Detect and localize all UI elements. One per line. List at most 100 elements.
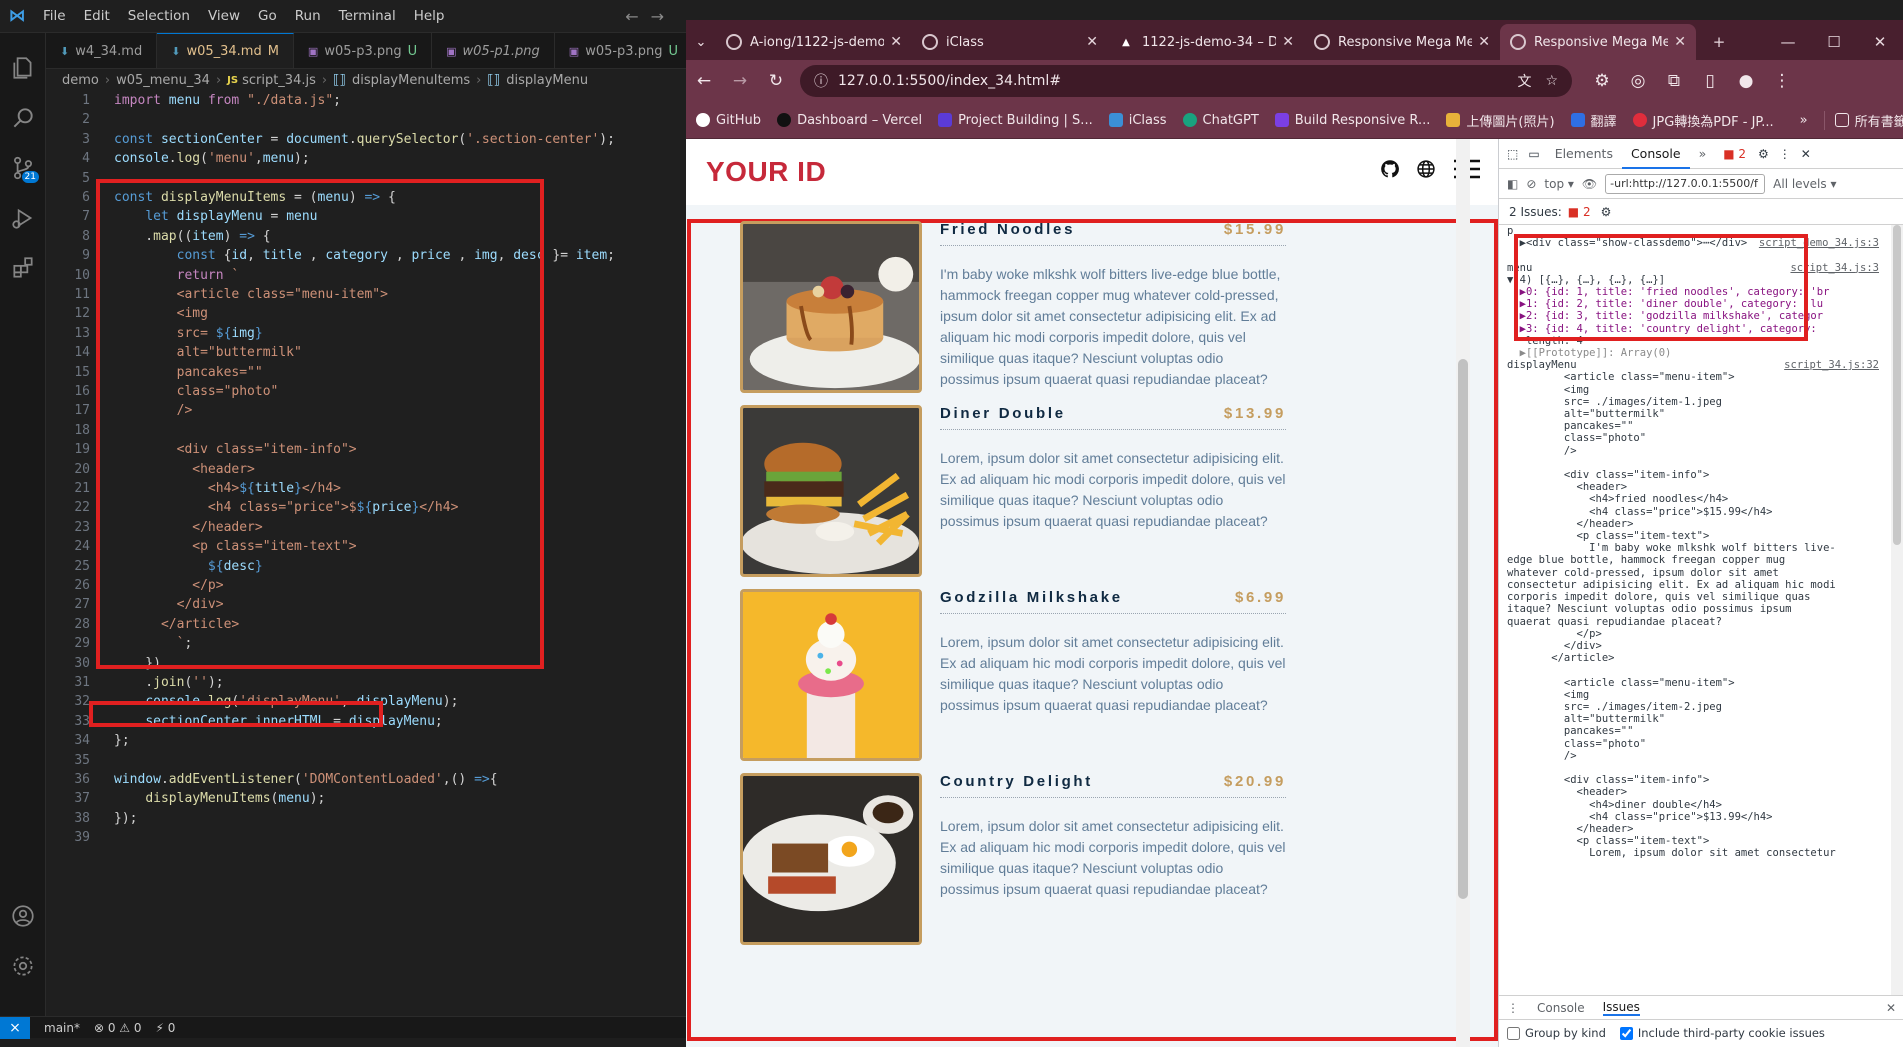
menu-selection[interactable]: Selection	[119, 8, 199, 24]
more-vertical-icon[interactable]: ⋮	[1779, 147, 1791, 161]
drawer-tab-console[interactable]: Console	[1537, 1001, 1585, 1015]
browser-tab[interactable]: A-iong/1122-js-demo-34 ✕	[716, 24, 912, 60]
extension-icon[interactable]: ⚙	[1584, 71, 1620, 91]
console-source-link[interactable]: script_34.js:32	[1784, 359, 1879, 371]
close-drawer-icon[interactable]: ✕	[1886, 1001, 1896, 1015]
close-icon[interactable]: ✕	[1086, 34, 1098, 50]
error-counter[interactable]: ■ 2	[1723, 147, 1746, 161]
menu-run[interactable]: Run	[286, 8, 330, 24]
close-icon[interactable]: ✕	[1801, 147, 1811, 161]
more-tabs-icon[interactable]: »	[1690, 146, 1716, 161]
editor-tab-active[interactable]: ⬇ w05_34.md M	[157, 33, 294, 68]
bookmark-github[interactable]: GitHub	[696, 113, 761, 128]
issues-error-count[interactable]: ■ 2	[1568, 205, 1591, 219]
globe-icon[interactable]	[1416, 159, 1436, 185]
editor-tab[interactable]: ▣ w05-p1.png	[432, 33, 555, 68]
github-icon[interactable]	[1380, 159, 1400, 185]
tab-elements[interactable]: Elements	[1546, 146, 1622, 161]
editor-tab[interactable]: ▣ w05-p3.png U	[294, 33, 433, 68]
third-party-checkbox[interactable]: Include third-party cookie issues	[1619, 1026, 1825, 1040]
device-toolbar-icon[interactable]: ▭	[1528, 147, 1539, 161]
browser-tab-active[interactable]: Responsive Mega Me ✕	[1500, 24, 1696, 60]
ports-indicator[interactable]: ⚡ 0	[156, 1021, 176, 1035]
forward-arrow-icon[interactable]: →	[722, 71, 758, 91]
eye-icon[interactable]: 👁	[1582, 177, 1597, 191]
extension-icon[interactable]: ◎	[1620, 71, 1656, 91]
breadcrumb-item[interactable]: w05_menu_34	[116, 73, 210, 88]
source-control-icon[interactable]: 21	[0, 145, 46, 191]
close-icon[interactable]: ✕	[1282, 34, 1294, 50]
tab-search-button[interactable]: ⌄	[686, 24, 716, 60]
bookmark-translate[interactable]: 翻譯	[1570, 111, 1617, 130]
tab-console[interactable]: Console	[1621, 139, 1690, 169]
settings-gear-icon[interactable]	[0, 943, 46, 989]
bookmark-project[interactable]: Project Building | S...	[938, 113, 1093, 128]
minimize-icon[interactable]: —	[1765, 24, 1811, 60]
bookmark-vercel[interactable]: Dashboard – Vercel	[777, 113, 922, 128]
bookmarks-overflow-icon[interactable]: »	[1800, 113, 1808, 128]
nav-back-forward-icon[interactable]: ←→	[625, 7, 676, 26]
checkbox[interactable]	[1507, 1026, 1520, 1040]
new-tab-plus-icon[interactable]: +	[1696, 24, 1742, 60]
explorer-icon[interactable]	[0, 45, 46, 91]
account-icon[interactable]	[0, 893, 46, 939]
bookmark-iclass[interactable]: iClass	[1108, 113, 1167, 128]
menu-edit[interactable]: Edit	[75, 8, 119, 24]
browser-tab[interactable]: ▲ 1122-js-demo-34 – D ✕	[1108, 24, 1304, 60]
menu-view[interactable]: View	[199, 8, 249, 24]
brand-logo[interactable]: YOUR ID	[706, 156, 826, 188]
branch-indicator[interactable]: main*	[44, 1021, 80, 1035]
console-scrollbar[interactable]	[1891, 225, 1903, 995]
editor-tab[interactable]: ⬇ w4_34.md	[46, 33, 158, 68]
bookmark-star-icon[interactable]: ☆	[1545, 73, 1558, 89]
puzzle-icon[interactable]: ⧉	[1656, 71, 1692, 91]
extensions-icon[interactable]	[0, 245, 46, 291]
scrollbar-thumb[interactable]	[1458, 359, 1468, 899]
code-editor[interactable]: 1 2 3 4 5 6 7 8 9 10 11 12 13 14 15 16 17 18 19 20 21 22 23 24 2…	[46, 91, 686, 1016]
close-icon[interactable]: ✕	[1674, 34, 1686, 50]
bookmark-jpg-pdf[interactable]: JPG轉換為PDF - JP...	[1632, 111, 1774, 130]
address-bar[interactable]: ⓘ 127.0.0.1:5500/index_34.html# 文 ☆	[800, 65, 1572, 97]
breadcrumb-item[interactable]: script_34.js	[242, 73, 316, 88]
editor-tab[interactable]: ▣ w05-p3.png U	[555, 33, 686, 68]
bookmark-chatgpt[interactable]: ChatGPT	[1182, 113, 1259, 128]
checkbox[interactable]	[1619, 1026, 1633, 1040]
close-window-icon[interactable]: ✕	[1857, 24, 1903, 60]
menu-go[interactable]: Go	[249, 8, 286, 24]
search-icon[interactable]	[0, 95, 46, 141]
more-vertical-icon[interactable]: ⋮	[1764, 71, 1800, 91]
menu-terminal[interactable]: Terminal	[330, 8, 405, 24]
drawer-tab-issues[interactable]: Issues	[1602, 1000, 1640, 1016]
sidebar-toggle-icon[interactable]: ◧	[1507, 177, 1518, 191]
drawer-menu-icon[interactable]: ⋮	[1507, 1001, 1519, 1015]
remote-icon[interactable]: ⨯	[0, 1016, 30, 1039]
bookmark-build[interactable]: Build Responsive R...	[1274, 113, 1430, 128]
maximize-icon[interactable]: ☐	[1811, 24, 1857, 60]
close-icon[interactable]: ✕	[1478, 34, 1490, 50]
bookmark-upload[interactable]: 上傳圖片(照片)	[1446, 111, 1555, 130]
inspect-element-icon[interactable]: ⬚	[1507, 147, 1518, 161]
settings-gear-icon[interactable]: ⚙	[1758, 147, 1769, 161]
browser-tab[interactable]: iClass ✕	[912, 24, 1108, 60]
run-debug-icon[interactable]	[0, 195, 46, 241]
back-arrow-icon[interactable]: ←	[686, 71, 722, 91]
breadcrumb-item[interactable]: demo	[62, 73, 99, 88]
menu-help[interactable]: Help	[405, 8, 454, 24]
page-scrollbar[interactable]	[1456, 139, 1470, 1047]
translate-icon[interactable]: 文	[1517, 71, 1531, 91]
all-bookmarks[interactable]: 所有書籤	[1823, 110, 1903, 130]
menu-file[interactable]: File	[34, 8, 75, 24]
group-by-kind-checkbox[interactable]: Group by kind	[1507, 1026, 1606, 1040]
site-info-icon[interactable]: ⓘ	[814, 71, 828, 91]
reload-icon[interactable]: ↻	[758, 71, 794, 91]
side-panel-icon[interactable]: ▯	[1692, 71, 1728, 91]
browser-tab[interactable]: Responsive Mega Me ✕	[1304, 24, 1500, 60]
problems-indicator[interactable]: ⊗ 0 ⚠ 0	[94, 1021, 142, 1035]
console-filter-input[interactable]	[1605, 173, 1766, 194]
profile-avatar-icon[interactable]: ●	[1728, 71, 1764, 91]
scrollbar-thumb[interactable]	[1893, 225, 1901, 545]
log-levels-dropdown[interactable]: All levels ▾	[1773, 177, 1836, 191]
breadcrumb-item[interactable]: displayMenu	[506, 73, 588, 88]
settings-gear-icon[interactable]: ⚙	[1601, 205, 1612, 219]
close-icon[interactable]: ✕	[890, 34, 902, 50]
